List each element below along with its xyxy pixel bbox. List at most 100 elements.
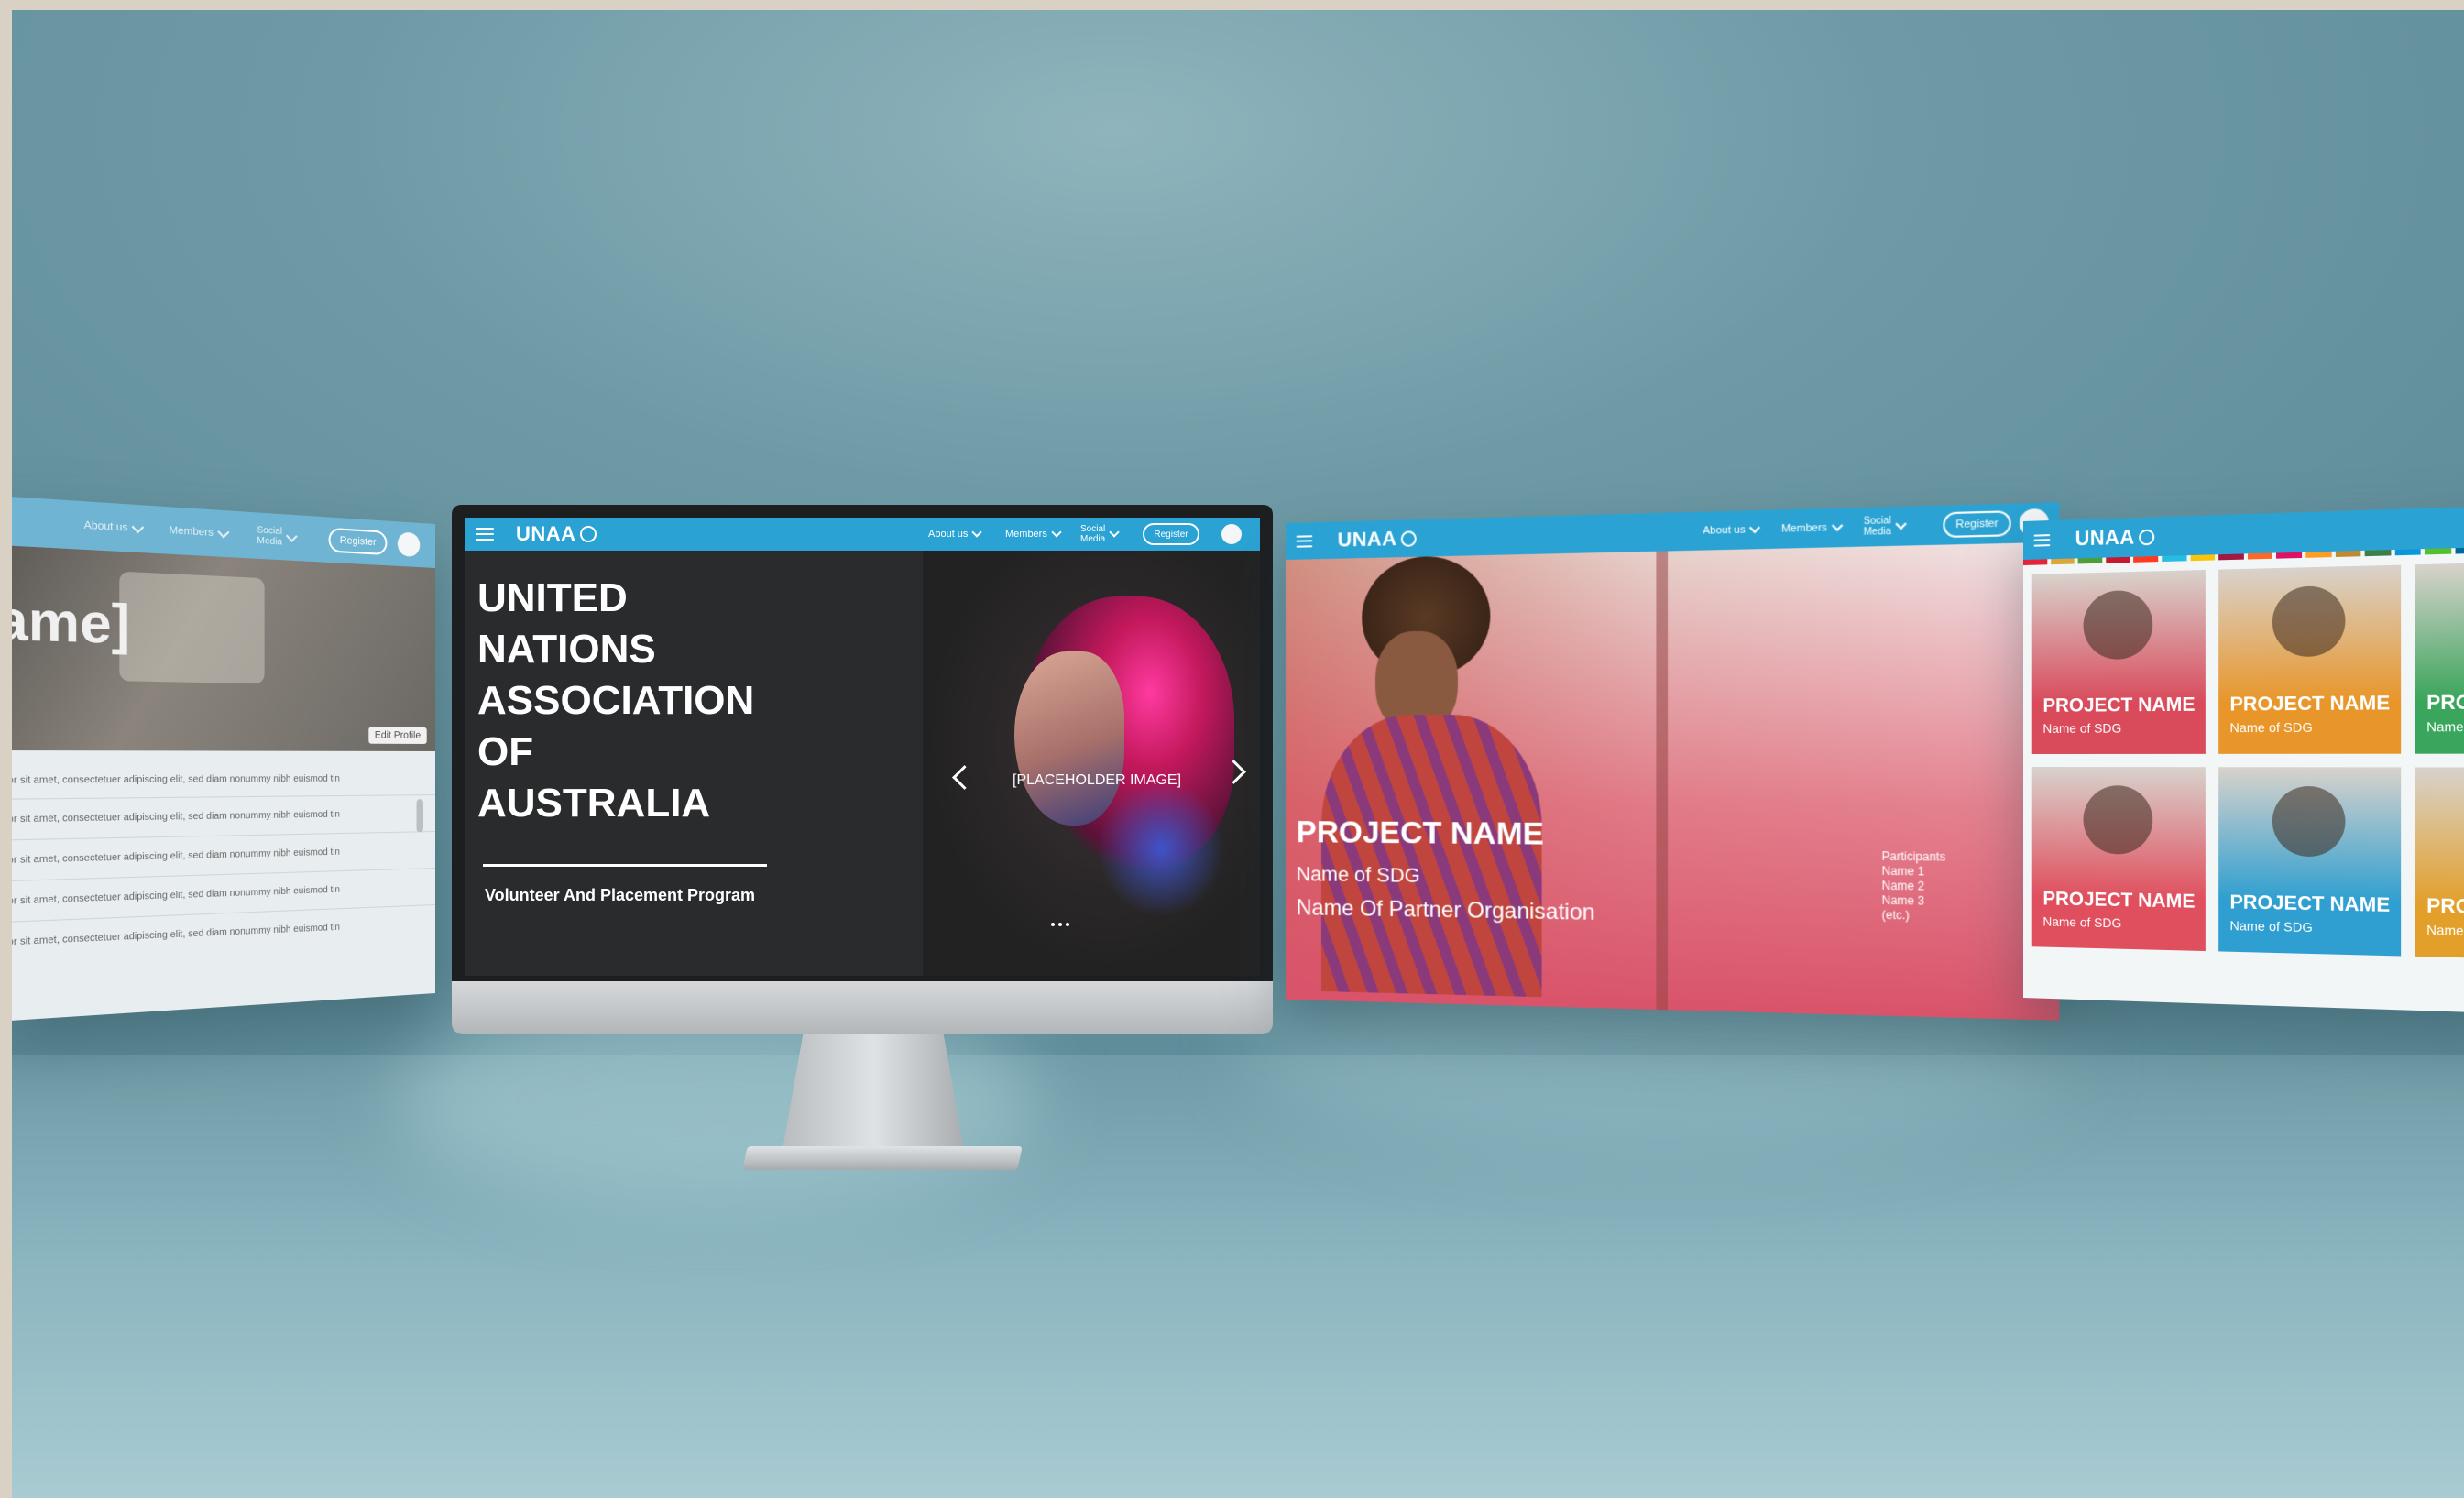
menu-icon[interactable] — [476, 528, 494, 541]
card-photo — [2083, 589, 2153, 661]
projects-grid-screen: UNAA PROJECT NAME Name of SDG PROJECT NAME… — [2023, 505, 2464, 1014]
chevron-down-icon — [1831, 519, 1844, 531]
nav-about-label: About us — [83, 519, 128, 534]
card-title: PROJECT NAME — [2042, 888, 2196, 913]
profile-banner: ame] Edit Profile — [12, 544, 435, 751]
participant-name: Name 3 — [1881, 893, 1925, 908]
nav-about-label: About us — [1703, 524, 1746, 537]
card-title: PROJE — [2426, 894, 2464, 919]
chevron-down-icon — [1895, 519, 1908, 530]
partner-organisation: Name Of Partner Organisation — [1296, 895, 1595, 926]
avatar[interactable] — [397, 531, 421, 558]
title-underline — [483, 864, 767, 867]
card-title: PROJECT NAME — [2042, 694, 2196, 716]
card-sdg: Name of — [2426, 922, 2464, 939]
sdg-stripe-segment — [2394, 549, 2421, 556]
nav-members[interactable]: Members — [169, 525, 230, 541]
sdg-stripe-segment — [2455, 547, 2464, 554]
globe-icon — [1400, 530, 1417, 547]
shirt-shape — [1320, 714, 1542, 998]
edit-profile-button[interactable]: Edit Profile — [368, 727, 427, 744]
project-card[interactable]: PROJECT NAME Name of SDG — [2218, 564, 2402, 754]
participant-name: Name 1 — [1881, 864, 1925, 879]
nav-social-line1: Social — [1080, 524, 1106, 534]
card-title: PROJECT NAME — [2229, 692, 2391, 716]
scene-background: About us Members Social Media Register am… — [12, 10, 2464, 1498]
chevron-down-icon — [286, 530, 298, 542]
sdg-stripe-segment — [2276, 552, 2303, 559]
hero-subtitle: Volunteer And Placement Program — [485, 886, 756, 904]
unaa-logo[interactable]: UNAA — [516, 522, 597, 546]
globe-icon — [579, 526, 597, 542]
unaa-logo[interactable]: UNAA — [2075, 525, 2154, 552]
carousel-dot[interactable] — [1066, 923, 1069, 926]
register-button[interactable]: Register — [1943, 510, 2011, 539]
register-button[interactable]: Register — [328, 527, 388, 556]
title-line: ASSOCIATION — [477, 678, 755, 723]
nav-about[interactable]: About us — [928, 527, 983, 540]
sdg-stripe-segment — [2133, 555, 2159, 563]
project-card[interactable]: PROJECT NAME Name of SDG — [2031, 767, 2206, 952]
nav-social-line1: Social — [1863, 515, 1891, 528]
scrollbar[interactable] — [416, 799, 423, 833]
menu-icon[interactable] — [1296, 534, 1313, 548]
chevron-down-icon — [1749, 522, 1761, 534]
participants-label: Participants — [1881, 849, 1946, 864]
window-frame — [1656, 551, 1669, 1011]
sdg-stripe-segment — [2190, 554, 2216, 562]
chevron-down-icon — [132, 519, 145, 533]
monitor-chin — [452, 981, 1273, 1034]
nav-about[interactable]: About us — [1703, 522, 1761, 537]
monitor: UNAA About us Members Social Media Regist… — [452, 505, 1273, 1174]
profile-text-list: olor sit amet, consectetuer adipiscing e… — [12, 762, 435, 964]
project-card-grid: PROJECT NAME Name of SDG PROJECT NAME Name … — [2031, 559, 2464, 962]
participant-name: Name 2 — [1881, 879, 1925, 893]
register-button[interactable]: Register — [1143, 523, 1199, 545]
nav-about-label: About us — [928, 529, 969, 540]
nav-social[interactable]: Social Media — [1080, 524, 1120, 544]
sdg-stripe-segment — [2218, 553, 2244, 561]
chevron-down-icon — [971, 527, 983, 538]
project-card[interactable]: PROJECT NAME Name of SDG — [2218, 767, 2402, 957]
navbar: UNAA About us Members Social Media Regist… — [465, 518, 1260, 551]
card-sdg: Name of SDG — [2229, 917, 2313, 935]
carousel-dot[interactable] — [1058, 923, 1062, 926]
left-screen: About us Members Social Media Register am… — [12, 495, 435, 1022]
main-screen: UNAA About us Members Social Media Regist… — [465, 518, 1260, 976]
nav-members[interactable]: Members — [1005, 527, 1062, 540]
sdg-stripe-segment — [2077, 557, 2103, 564]
sdg-stripe-segment — [2305, 551, 2332, 558]
logo-text: UNAA — [1337, 526, 1397, 552]
carousel-dots[interactable] — [1051, 923, 1069, 926]
project-card[interactable]: PROJE Name of — [2415, 559, 2464, 754]
sdg-stripe-segment — [2335, 550, 2361, 558]
menu-icon[interactable] — [2033, 533, 2051, 547]
nav-about[interactable]: About us — [83, 519, 145, 535]
card-sdg: Name of SDG — [2042, 913, 2122, 931]
project-hero-image — [1286, 541, 2060, 1021]
card-title: PROJECT NAME — [2229, 891, 2391, 917]
project-card[interactable]: PROJE Name of — [2415, 767, 2464, 962]
profile-name: ame] — [12, 586, 131, 656]
card-photo — [2083, 784, 2153, 855]
nav-members-label: Members — [1005, 529, 1047, 540]
sdg-stripe-segment — [2050, 558, 2075, 565]
card-sdg: Name of SDG — [2042, 720, 2122, 736]
sdg-stripe-segment — [2247, 552, 2273, 560]
hero-image — [923, 551, 1260, 976]
nav-social[interactable]: Social Media — [1864, 515, 1908, 538]
project-card[interactable]: PROJECT NAME Name of SDG — [2031, 569, 2206, 754]
nav-social-label: Social Media — [1864, 516, 1891, 538]
sdg-stripe-segment — [2162, 555, 2187, 563]
participant-name: (etc.) — [1881, 908, 1910, 923]
unaa-logo[interactable]: UNAA — [1338, 526, 1417, 552]
project-sdg: Name of SDG — [1296, 862, 1420, 888]
title-line: AUSTRALIA — [477, 781, 711, 826]
nav-members[interactable]: Members — [1781, 519, 1844, 535]
carousel-dot[interactable] — [1051, 923, 1055, 926]
logo-text: UNAA — [2075, 525, 2135, 551]
avatar[interactable] — [1221, 524, 1242, 544]
nav-social-line2: Media — [1080, 534, 1106, 544]
nav-social-label: Social Media — [1080, 524, 1105, 544]
nav-social[interactable]: Social Media — [257, 525, 298, 548]
